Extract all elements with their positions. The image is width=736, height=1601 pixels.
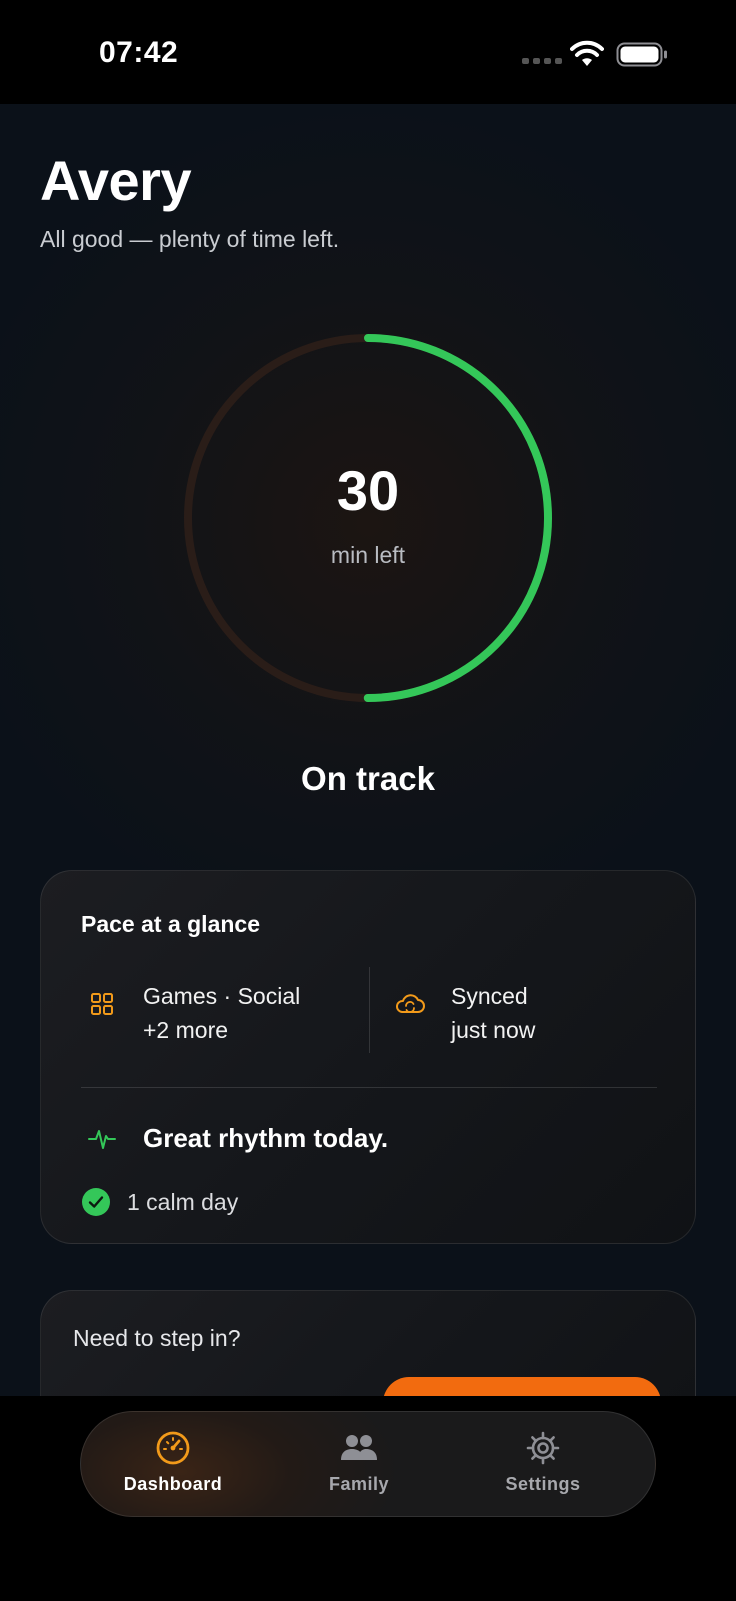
step-in-button[interactable] [383,1377,661,1396]
step-in-card: Need to step in? [40,1290,696,1396]
wifi-icon [570,40,604,66]
step-in-heading: Need to step in? [73,1325,241,1351]
calm-days-row: 1 calm day [81,1187,238,1217]
grid-icon [91,993,113,1015]
tab-family-label: Family [328,1474,390,1494]
section-divider [81,1087,657,1088]
tab-family[interactable]: Family [267,1430,451,1495]
dashboard-screen: Avery All good — plenty of time left. 30… [0,104,736,1396]
sync-stat: Synced just now [393,979,535,1047]
tab-settings[interactable]: Settings [451,1430,635,1495]
minutes-left-value: 30 [336,459,400,522]
bottom-navigation: Dashboard Family Settings [0,1396,736,1601]
apps-stat-line2: +2 more [143,1017,229,1043]
pace-card-heading: Pace at a glance [81,911,260,937]
people-icon [341,1435,377,1460]
sync-stat-line1: Synced [451,983,528,1009]
tab-settings-label: Settings [505,1474,581,1494]
minutes-left-unit: min left [330,542,406,568]
stat-divider [369,967,370,1053]
check-circle-icon [82,1188,110,1216]
tab-dashboard-label: Dashboard [123,1474,223,1494]
page-subtitle: All good — plenty of time left. [40,226,340,252]
apps-stat-line1: Games · Social [143,983,301,1009]
sync-stat-line2: just now [451,1017,536,1043]
gear-icon [526,1431,560,1465]
tab-dashboard[interactable]: Dashboard [81,1430,265,1495]
status-label: On track [301,760,435,797]
cloud-sync-icon [396,994,425,1013]
time-remaining-ring: 30 min left [180,330,556,706]
pace-card: Pace at a glance Games · Social +2 more … [40,870,696,1244]
status-bar: 07:42 [0,0,736,104]
tab-bar: Dashboard Family Settings [80,1411,656,1517]
page-title: Avery [40,149,192,212]
status-time: 07:42 [99,36,179,69]
battery-icon [616,42,667,67]
rhythm-row: Great rhythm today. [85,1121,388,1155]
calm-days-text: 1 calm day [127,1188,239,1215]
cellular-signal-icon [522,58,562,64]
pulse-icon [88,1130,116,1149]
apps-stat: Games · Social +2 more [85,979,300,1047]
gauge-icon [156,1431,190,1465]
rhythm-text: Great rhythm today. [143,1122,389,1153]
